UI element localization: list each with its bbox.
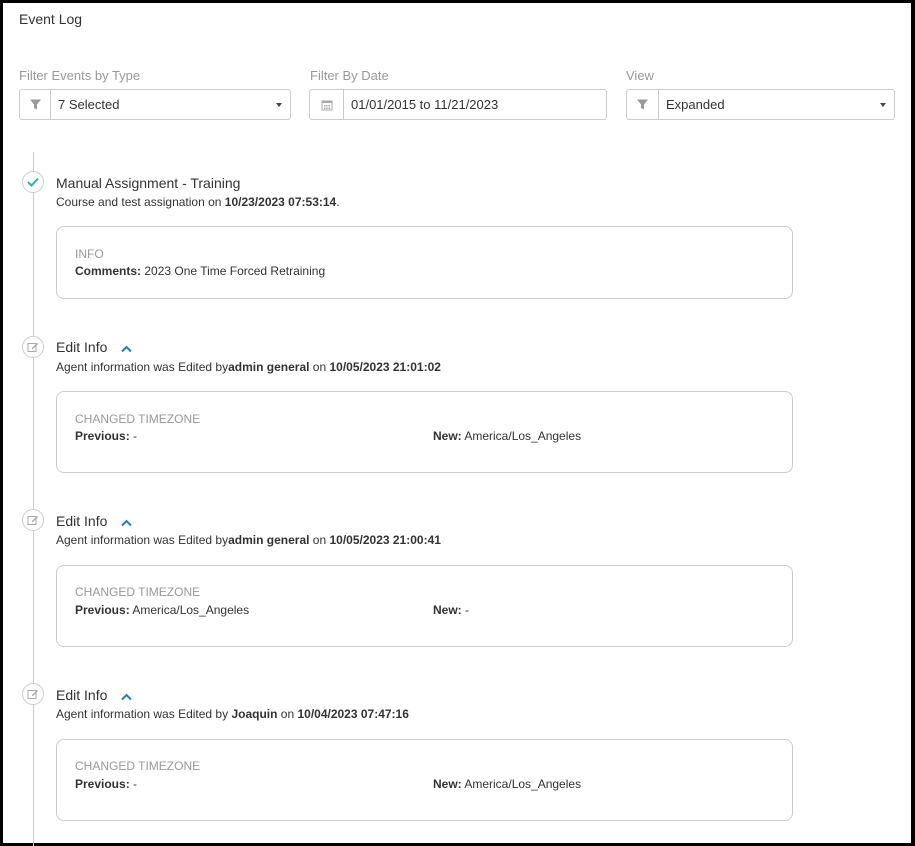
event-title: Manual Assignment - Training — [56, 175, 241, 191]
event-title: Edit Info — [56, 339, 132, 356]
date-filter-input[interactable]: 01/01/2015 to 11/21/2023 — [309, 89, 607, 120]
chevron-up-icon[interactable] — [121, 514, 132, 530]
type-filter-value: 7 Selected — [58, 97, 120, 112]
previous-value-row: Previous: - — [75, 429, 138, 443]
event-description: Course and test assignation on 10/23/202… — [56, 195, 340, 209]
filter-icon — [20, 90, 51, 119]
event-title: Edit Info — [56, 513, 132, 530]
event-description: Agent information was Edited byadmin gen… — [56, 533, 441, 547]
card-heading: INFO — [75, 247, 104, 261]
card-heading: CHANGED TIMEZONE — [75, 759, 201, 773]
event-description: Agent information was Edited by Joaquin … — [56, 707, 409, 721]
timeline-line — [33, 152, 34, 846]
calendar-icon — [310, 90, 344, 119]
previous-value-row: Previous: - — [75, 777, 138, 791]
type-filter-select[interactable]: 7 Selected — [19, 89, 291, 120]
chevron-up-icon[interactable] — [121, 340, 132, 356]
event-detail-card: CHANGED TIMEZONE Previous: - New: Americ… — [56, 739, 793, 821]
card-heading: CHANGED TIMEZONE — [75, 585, 201, 599]
edit-icon — [22, 509, 44, 531]
filter-icon — [627, 90, 659, 119]
edit-icon — [22, 336, 44, 358]
chevron-down-icon — [880, 102, 886, 107]
page-title: Event Log — [19, 11, 83, 27]
date-filter-label: Filter By Date — [310, 68, 389, 83]
event-description: Agent information was Edited byadmin gen… — [56, 360, 441, 374]
view-value: Expanded — [666, 97, 725, 112]
event-detail-card: CHANGED TIMEZONE Previous: - New: Americ… — [56, 391, 793, 473]
view-select[interactable]: Expanded — [626, 89, 895, 120]
new-value-row: New: America/Los_Angeles — [433, 429, 582, 443]
new-value-row: New: America/Los_Angeles — [433, 777, 582, 791]
event-detail-card: CHANGED TIMEZONE Previous: America/Los_A… — [56, 565, 793, 647]
check-icon — [22, 171, 44, 193]
card-heading: CHANGED TIMEZONE — [75, 412, 201, 426]
previous-value-row: Previous: America/Los_Angeles — [75, 603, 250, 617]
event-detail-card: INFO Comments: 2023 One Time Forced Retr… — [56, 226, 793, 299]
chevron-down-icon — [276, 102, 282, 107]
type-filter-label: Filter Events by Type — [19, 68, 141, 83]
chevron-up-icon[interactable] — [121, 688, 132, 704]
edit-icon — [22, 683, 44, 705]
date-filter-value: 01/01/2015 to 11/21/2023 — [351, 97, 499, 112]
comments-row: Comments: 2023 One Time Forced Retrainin… — [75, 264, 326, 278]
new-value-row: New: - — [433, 603, 470, 617]
view-filter-label: View — [626, 68, 654, 83]
event-title: Edit Info — [56, 687, 132, 704]
